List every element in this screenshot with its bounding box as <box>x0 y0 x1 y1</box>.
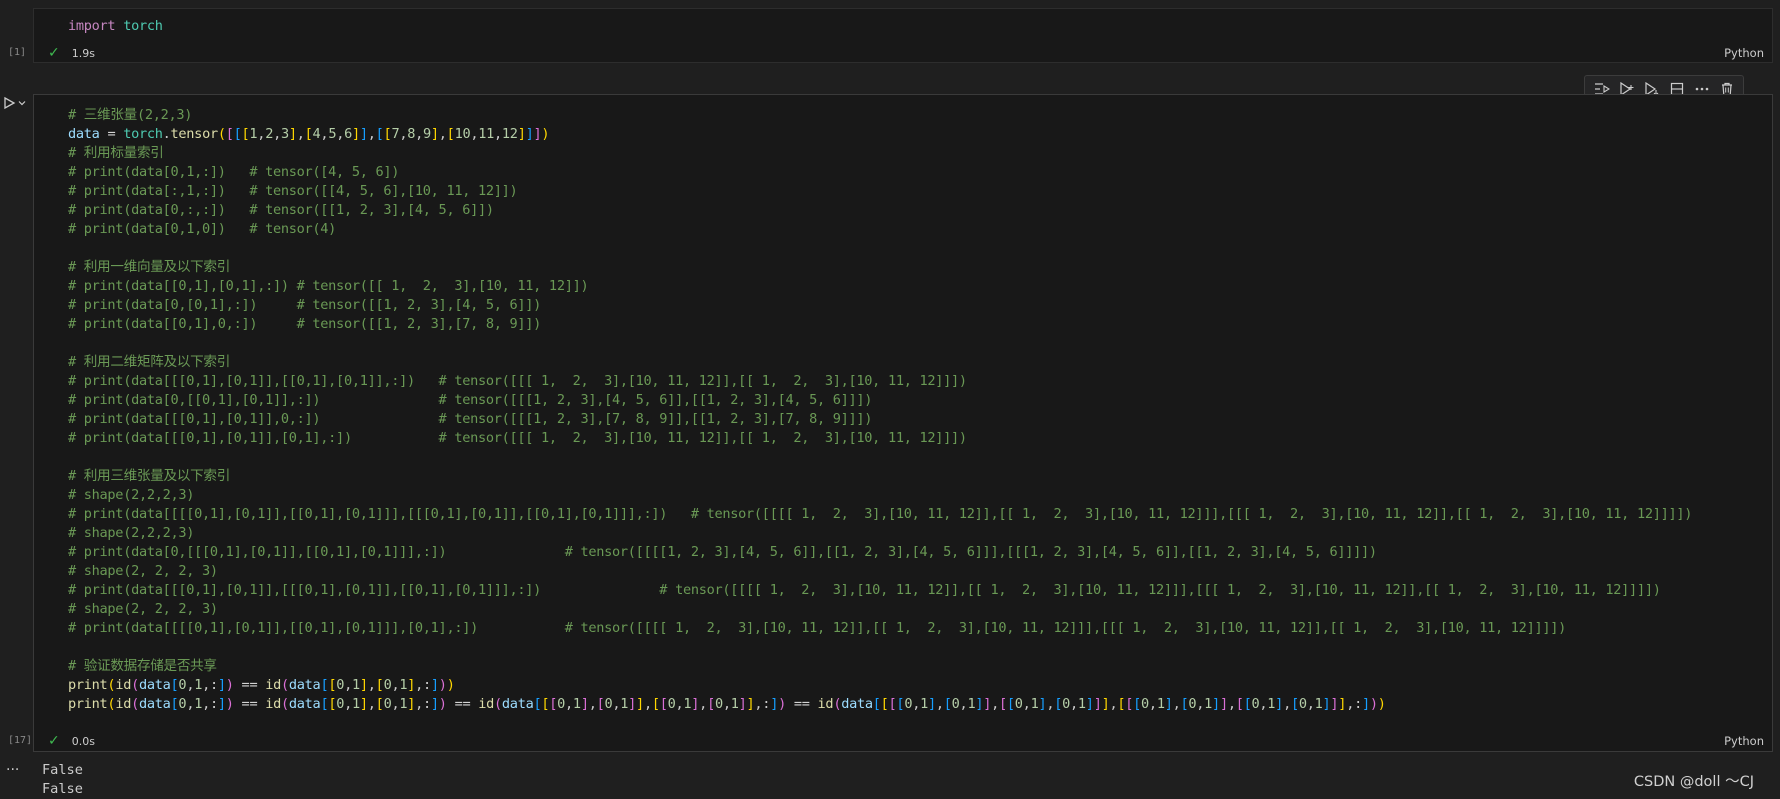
code-line: # 利用三维张量及以下索引 <box>68 468 230 484</box>
code-line: # 三维张量(2,2,3) <box>68 107 193 123</box>
execution-count: [17] <box>8 735 33 746</box>
code-line: # 利用一维向量及以下索引 <box>68 259 230 275</box>
output-line: False <box>42 781 83 797</box>
code-line: # print(data[[[0,1],[0,1]],0,:]) # tenso… <box>68 411 873 427</box>
code-line: # shape(2, 2, 2, 3) <box>68 563 218 579</box>
code-line: # print(data[[[[0,1],[0,1]],[[0,1],[0,1]… <box>68 620 1566 636</box>
code-line: # shape(2, 2, 2, 3) <box>68 601 218 617</box>
cell-output: False False <box>42 761 83 799</box>
cell-status: ✓ 0.0s <box>48 733 95 749</box>
code-line: print(id(data[0,1,:]) == id(data[[0,1],[… <box>68 677 455 693</box>
code-line: # 验证数据存储是否共享 <box>68 658 217 674</box>
check-icon: ✓ <box>48 45 60 61</box>
check-icon: ✓ <box>48 733 60 749</box>
code-line: # print(data[0,1,:]) # tensor([4, 5, 6]) <box>68 164 400 180</box>
code-line: # 利用二维矩阵及以下索引 <box>68 354 230 370</box>
code-line: # print(data[0,[[0,1],[0,1]],:]) # tenso… <box>68 392 873 408</box>
cell-status: ✓ 1.9s <box>48 45 95 61</box>
code-line: # print(data[[[0,1],[0,1]],[0,1],:]) # t… <box>68 430 967 446</box>
code-cell-2[interactable]: # 三维张量(2,2,3) data = torch.tensor([[[1,2,… <box>33 94 1773 752</box>
code-line: # print(data[0,:,:]) # tensor([[1, 2, 3]… <box>68 202 494 218</box>
language-label[interactable]: Python <box>1724 734 1764 748</box>
code-cell-1[interactable]: import torch ✓ 1.9s Python <box>33 8 1773 63</box>
code-line: import torch <box>68 18 163 34</box>
execution-time: 0.0s <box>71 734 95 748</box>
language-label[interactable]: Python <box>1724 46 1764 60</box>
code-line: # print(data[0,[0,1],:]) # tensor([[1, 2… <box>68 297 542 313</box>
code-line: data = torch.tensor([[[1,2,3],[4,5,6]],[… <box>68 126 550 142</box>
execution-time: 1.9s <box>71 46 95 60</box>
code-line: # print(data[0,[[[0,1],[0,1]],[[0,1],[0,… <box>68 544 1377 560</box>
execution-count: [1] <box>8 47 27 58</box>
code-line: # shape(2,2,2,3) <box>68 525 195 541</box>
code-line: # 利用标量索引 <box>68 145 164 161</box>
cell-editor[interactable]: import torch <box>68 17 163 36</box>
code-line: print(id(data[0,1,:]) == id(data[[0,1],[… <box>68 696 1386 712</box>
chevron-down-icon[interactable] <box>17 98 27 108</box>
code-line: # print(data[:,1,:]) # tensor([[4, 5, 6]… <box>68 183 518 199</box>
code-line: # print(data[[[[0,1],[0,1]],[[0,1],[0,1]… <box>68 506 1693 522</box>
output-menu-icon[interactable]: ... <box>6 758 19 774</box>
code-line: # print(data[[[0,1],[0,1]],[[[0,1],[0,1]… <box>68 582 1661 598</box>
code-line: # print(data[[[0,1],[0,1]],[[0,1],[0,1]]… <box>68 373 967 389</box>
run-cell-controls[interactable] <box>2 96 27 110</box>
cell-editor[interactable]: # 三维张量(2,2,3) data = torch.tensor([[[1,2,… <box>68 106 1692 714</box>
code-line: # print(data[[0,1],0,:]) # tensor([[1, 2… <box>68 316 542 332</box>
watermark: CSDN @doll ～CJ <box>1633 774 1754 790</box>
output-line: False <box>42 762 83 778</box>
code-line: # shape(2,2,2,3) <box>68 487 195 503</box>
code-line: # print(data[[0,1],[0,1],:]) # tensor([[… <box>68 278 589 294</box>
run-icon[interactable] <box>2 96 16 110</box>
code-line: # print(data[0,1,0]) # tensor(4) <box>68 221 337 237</box>
